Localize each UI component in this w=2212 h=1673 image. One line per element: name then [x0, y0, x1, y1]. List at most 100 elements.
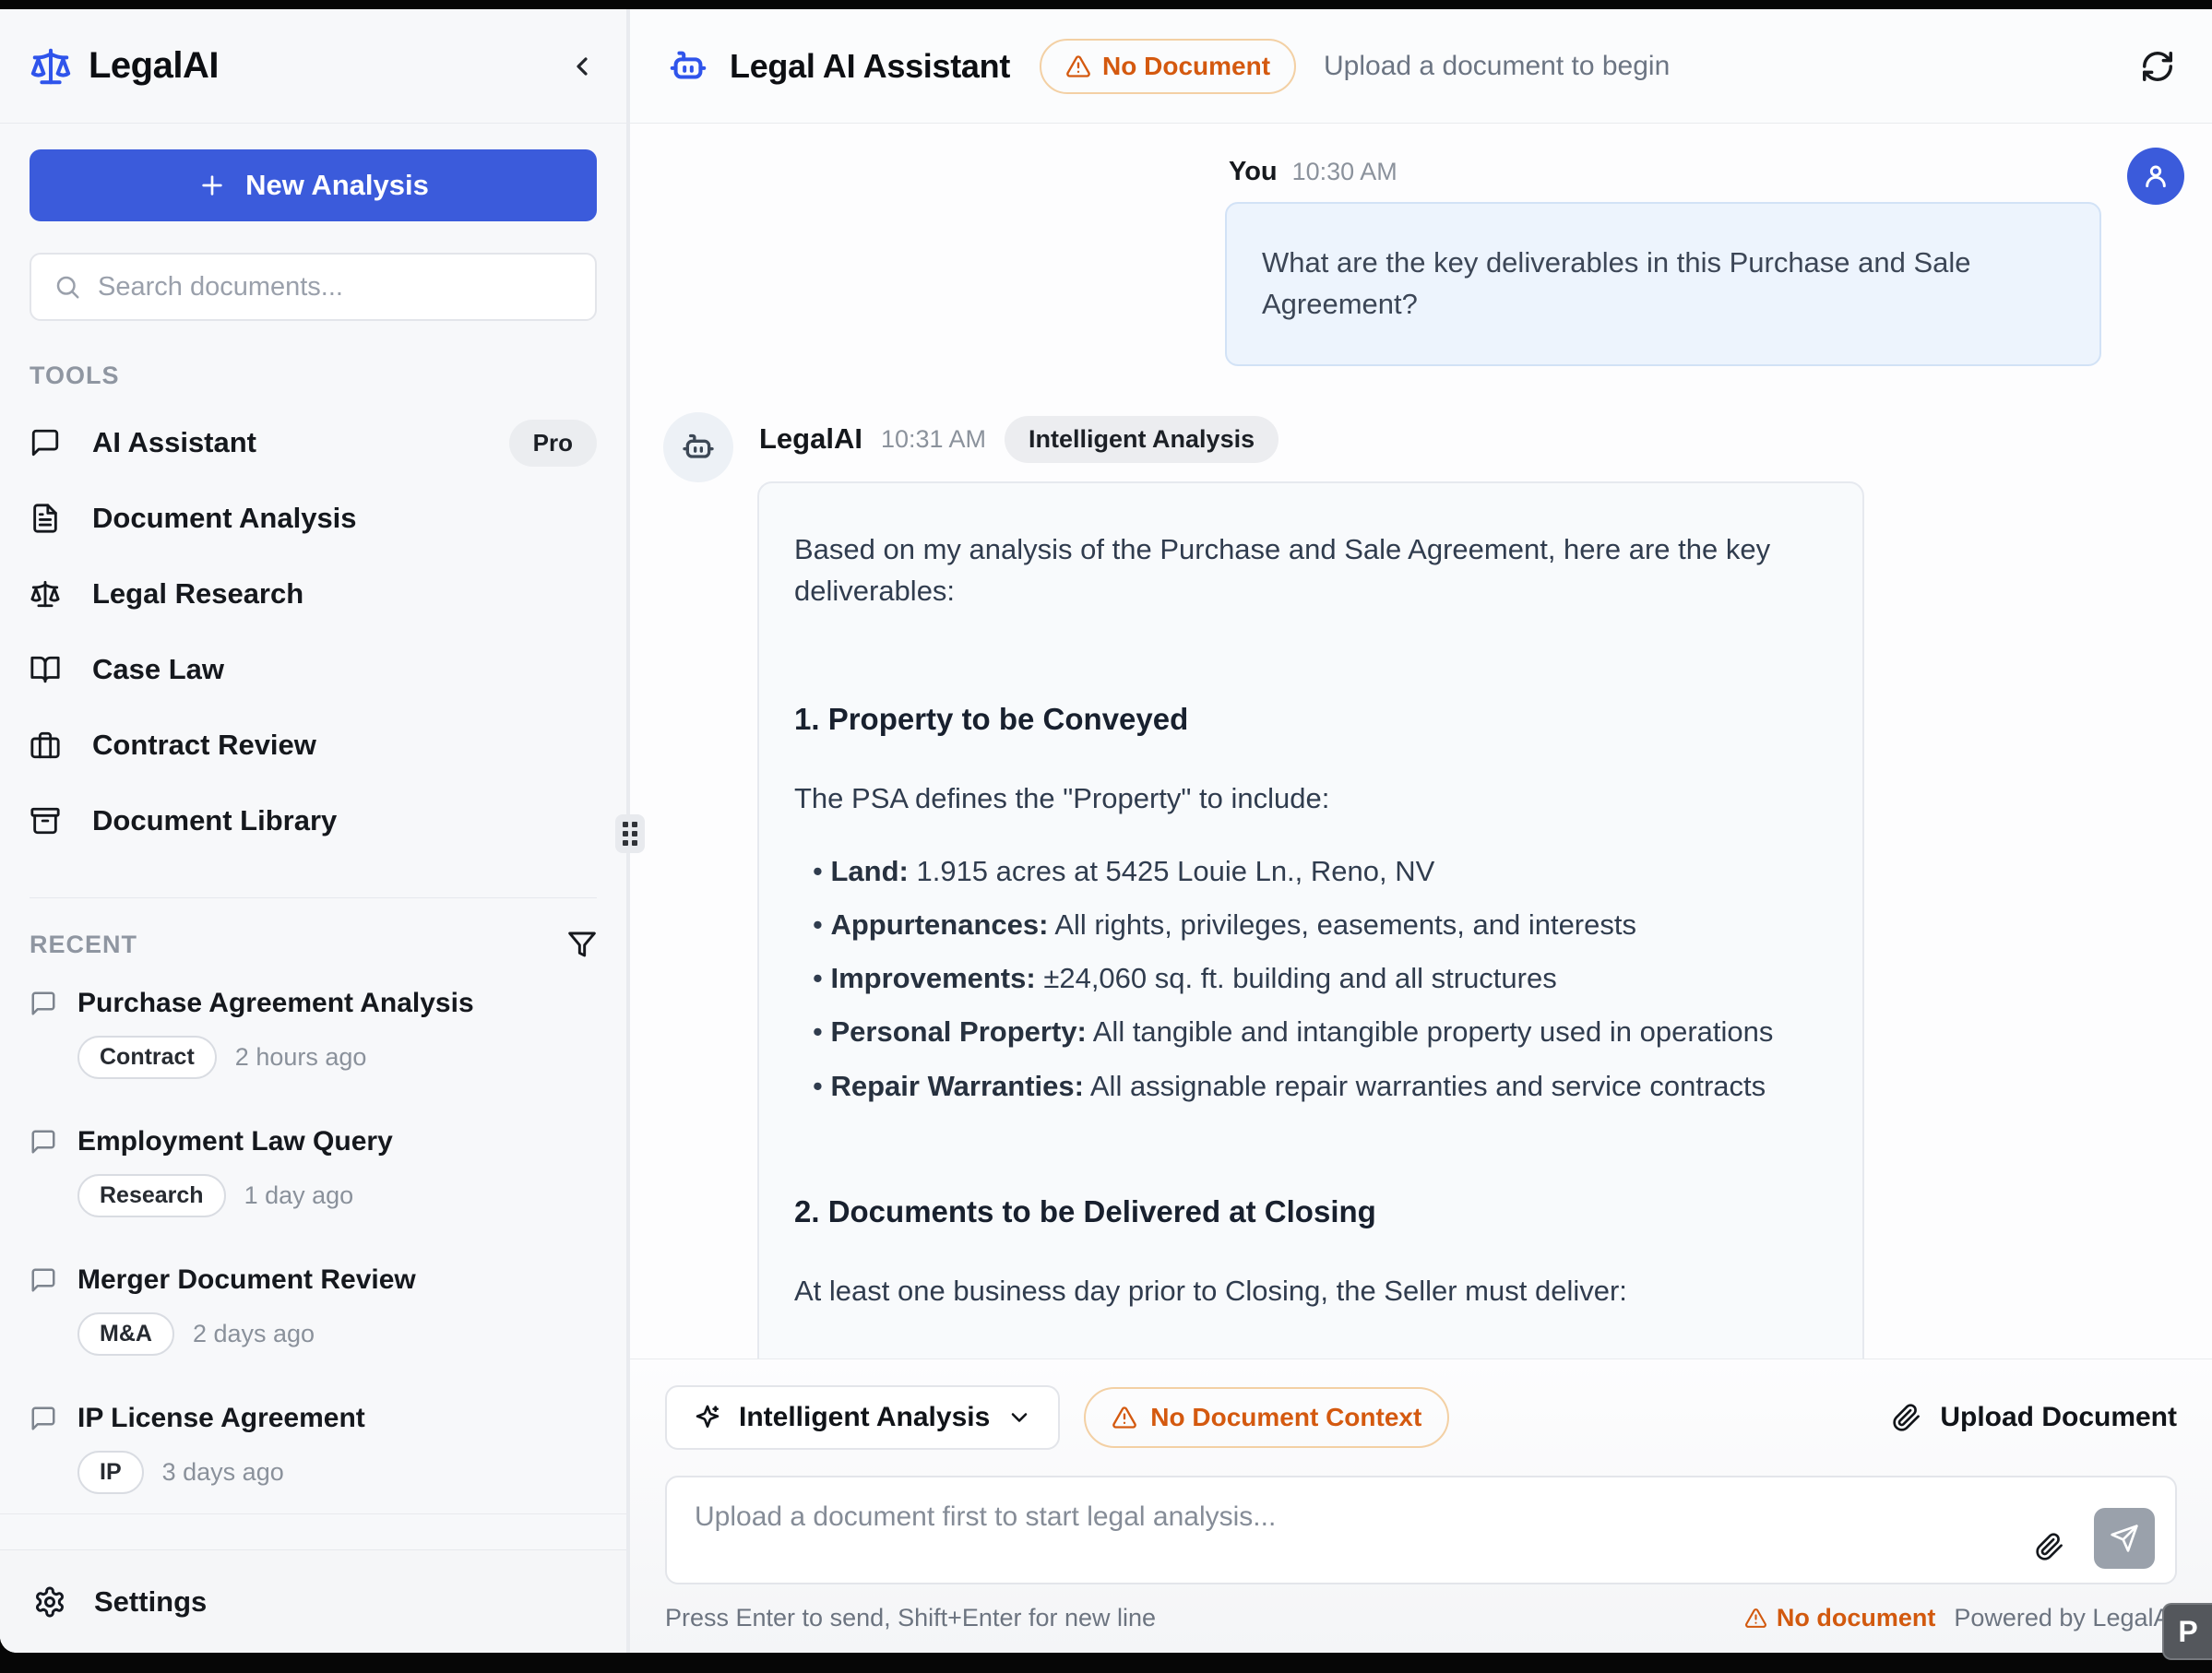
sidebar: LegalAI New Analysis TOOLS: [0, 9, 630, 1653]
no-document-context-label: No Document Context: [1150, 1403, 1421, 1432]
recent-header: RECENT: [30, 930, 597, 959]
file-text-icon: [30, 503, 61, 534]
recent-list: Purchase Agreement Analysis Contract 2 h…: [30, 983, 597, 1514]
assistant-message-time: 10:31 AM: [881, 425, 986, 454]
no-document-context-badge: No Document Context: [1084, 1387, 1449, 1448]
sidebar-item-document-library[interactable]: Document Library: [30, 783, 597, 859]
composer-footer: Press Enter to send, Shift+Enter for new…: [665, 1604, 2177, 1653]
user-message-bubble: What are the key deliverables in this Pu…: [1225, 202, 2101, 366]
recent-item-merger-review[interactable]: Merger Document Review M&A 2 days ago: [30, 1260, 597, 1356]
section-2-intro: At least one business day prior to Closi…: [794, 1271, 1827, 1312]
header-subtitle: Upload a document to begin: [1324, 51, 1670, 82]
sidebar-body: New Analysis TOOLS AI Assistant Pro: [0, 124, 626, 1514]
briefcase-icon: [30, 730, 61, 761]
timestamp: 2 hours ago: [235, 1043, 367, 1072]
sidebar-resize-handle[interactable]: [615, 814, 645, 853]
brand-name: LegalAI: [89, 45, 219, 87]
tag-badge: Contract: [77, 1036, 217, 1079]
main-header: Legal AI Assistant No Document Upload a …: [630, 9, 2212, 124]
tool-label: Document Library: [92, 804, 337, 837]
timestamp: 3 days ago: [162, 1458, 284, 1487]
tool-label: Contract Review: [92, 729, 316, 762]
section-2-heading: 2. Documents to be Delivered at Closing: [794, 1190, 1827, 1234]
tag-badge: Research: [77, 1174, 226, 1217]
recent-item-employment-law[interactable]: Employment Law Query Research 1 day ago: [30, 1121, 597, 1217]
tool-label: Legal Research: [92, 577, 303, 611]
no-document-badge-label: No Document: [1102, 52, 1270, 81]
app-window: LegalAI New Analysis TOOLS: [0, 9, 2212, 1653]
assistant-avatar: [663, 412, 733, 482]
chat-bubble-icon: [30, 1128, 57, 1156]
section-1-heading: 1. Property to be Conveyed: [794, 697, 1827, 742]
tool-label: Case Law: [92, 653, 224, 686]
recent-item-ip-license[interactable]: IP License Agreement IP 3 days ago: [30, 1398, 597, 1494]
chat-bubble-icon: [30, 990, 57, 1017]
overlay-chip[interactable]: P: [2162, 1603, 2212, 1660]
sidebar-item-case-law[interactable]: Case Law: [30, 632, 597, 707]
composer: Intelligent Analysis No Document Context: [630, 1359, 2212, 1653]
analysis-mode-label: Intelligent Analysis: [739, 1402, 990, 1433]
search-icon: [54, 273, 81, 301]
user-avatar: [2127, 148, 2184, 205]
powered-by: Powered by LegalAI: [1954, 1604, 2177, 1632]
settings-label: Settings: [94, 1585, 207, 1619]
sidebar-item-legal-research[interactable]: Legal Research: [30, 556, 597, 632]
user-message: You 10:30 AM What are the key deliverabl…: [663, 148, 2184, 366]
scales-logo-icon: [30, 45, 72, 88]
refresh-icon: [2140, 49, 2175, 84]
timestamp: 2 days ago: [193, 1320, 315, 1348]
pro-badge: Pro: [509, 420, 597, 467]
chat-bubble-icon: [30, 1405, 57, 1432]
sidebar-divider: [30, 897, 597, 898]
analysis-mode-badge: Intelligent Analysis: [1005, 416, 1278, 463]
paperclip-icon: [2035, 1532, 2064, 1561]
recent-item-purchase-agreement[interactable]: Purchase Agreement Analysis Contract 2 h…: [30, 983, 597, 1079]
no-document-badge: No Document: [1040, 39, 1296, 94]
chat-scroll-area[interactable]: You 10:30 AM What are the key deliverabl…: [630, 124, 2212, 1359]
grip-dots-icon: [623, 822, 637, 846]
user-message-time: 10:30 AM: [1292, 158, 1397, 186]
recent-title: IP License Agreement: [77, 1403, 365, 1434]
keyboard-hint: Press Enter to send, Shift+Enter for new…: [665, 1604, 1156, 1632]
bot-icon: [667, 45, 709, 88]
sidebar-item-ai-assistant[interactable]: AI Assistant Pro: [30, 405, 597, 481]
new-analysis-button[interactable]: New Analysis: [30, 149, 597, 221]
new-analysis-label: New Analysis: [245, 169, 429, 202]
settings-item[interactable]: Settings: [0, 1549, 626, 1653]
sidebar-item-contract-review[interactable]: Contract Review: [30, 707, 597, 783]
filter-button[interactable]: [567, 930, 597, 959]
send-button[interactable]: [2094, 1508, 2155, 1569]
message-input[interactable]: [665, 1476, 2177, 1584]
sidebar-item-document-analysis[interactable]: Document Analysis: [30, 481, 597, 556]
list-item: Repair Warranties: All assignable repair…: [813, 1068, 1827, 1105]
attach-button[interactable]: [2035, 1532, 2064, 1561]
list-item: Appurtenances: All rights, privileges, e…: [813, 907, 1827, 943]
send-icon: [2110, 1524, 2139, 1553]
assistant-message-card: Based on my analysis of the Purchase and…: [757, 481, 1864, 1359]
refresh-button[interactable]: [2140, 49, 2175, 84]
list-item: Land: 1.915 acres at 5425 Louie Ln., Ren…: [813, 853, 1827, 890]
warning-triangle-icon: [1112, 1405, 1137, 1430]
sidebar-spacer: [0, 1514, 626, 1549]
chevron-left-icon: [567, 52, 597, 81]
person-icon: [2141, 161, 2170, 191]
analysis-mode-select[interactable]: Intelligent Analysis: [665, 1385, 1060, 1450]
list-item: Improvements: ±24,060 sq. ft. building a…: [813, 960, 1827, 997]
user-message-header: You 10:30 AM: [1229, 157, 2101, 187]
tool-label: AI Assistant: [92, 426, 256, 459]
message-input-wrap: [665, 1476, 2177, 1589]
main-panel: Legal AI Assistant No Document Upload a …: [630, 9, 2212, 1653]
recent-section-label: RECENT: [30, 931, 137, 959]
upload-document-button[interactable]: Upload Document: [1892, 1402, 2177, 1433]
sidebar-collapse-button[interactable]: [567, 52, 597, 81]
doc-status-label: No document: [1777, 1604, 1936, 1632]
sidebar-header: LegalAI: [0, 9, 626, 124]
upload-document-label: Upload Document: [1940, 1402, 2177, 1433]
bot-icon: [680, 429, 717, 466]
recent-title: Merger Document Review: [77, 1264, 416, 1296]
search-input[interactable]: [98, 272, 573, 303]
section-1-intro: The PSA defines the "Property" to includ…: [794, 778, 1827, 820]
gear-icon: [33, 1585, 66, 1619]
assistant-intro: Based on my analysis of the Purchase and…: [794, 529, 1827, 612]
tool-label: Document Analysis: [92, 502, 357, 535]
